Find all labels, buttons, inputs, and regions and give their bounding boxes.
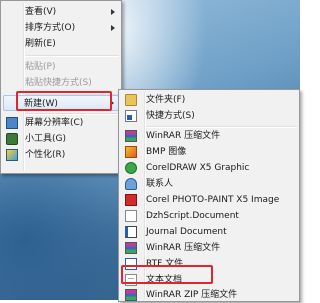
journal-icon <box>125 226 137 238</box>
bmp-image-icon <box>125 146 137 158</box>
submenu-item-label: BMP 图像 <box>146 147 187 157</box>
submenu-arrow-icon <box>111 9 115 15</box>
submenu-item-label: WinRAR ZIP 压缩文件 <box>146 290 238 300</box>
menu-item-view[interactable]: 查看(V) <box>3 4 119 20</box>
gadget-icon <box>6 133 18 145</box>
submenu-item-bmp[interactable]: BMP 图像 <box>121 144 297 160</box>
winrar-zip-icon <box>125 289 137 301</box>
submenu-item-dzhscript[interactable]: DzhScript.Document <box>121 208 297 224</box>
highlight-box-text-document <box>121 265 213 284</box>
submenu-arrow-icon <box>111 25 115 31</box>
submenu-item-label: DzhScript.Document <box>146 211 239 221</box>
submenu-item-journal[interactable]: Journal Document <box>121 224 297 240</box>
menu-item-personalize[interactable]: 个性化(R) <box>3 147 119 163</box>
folder-icon <box>125 94 137 106</box>
submenu-item-winrar-2[interactable]: WinRAR 压缩文件 <box>121 240 297 256</box>
photo-paint-icon <box>125 194 137 206</box>
desktop-context-menu: 查看(V) 排序方式(O) 刷新(E) 粘贴(P) 粘贴快捷方式(S) 新建(W… <box>0 0 122 174</box>
submenu-item-label: WinRAR 压缩文件 <box>146 243 221 253</box>
submenu-item-label: Journal Document <box>146 227 227 237</box>
submenu-item-label: 快捷方式(S) <box>146 111 195 121</box>
coreldraw-icon <box>125 162 137 174</box>
menu-separator <box>25 55 119 57</box>
submenu-item-label: 文件夹(F) <box>146 95 186 105</box>
menu-item-paste: 粘贴(P) <box>3 59 119 75</box>
menu-item-screen-resolution[interactable]: 屏幕分辨率(C) <box>3 115 119 131</box>
shortcut-icon <box>125 110 137 122</box>
submenu-item-label: CorelDRAW X5 Graphic <box>146 163 250 173</box>
submenu-item-coreldraw[interactable]: CorelDRAW X5 Graphic <box>121 160 297 176</box>
winrar-icon <box>125 242 137 254</box>
submenu-item-photo-paint[interactable]: Corel PHOTO-PAINT X5 Image <box>121 192 297 208</box>
menu-item-label: 粘贴快捷方式(S) <box>25 78 92 88</box>
submenu-item-shortcut[interactable]: 快捷方式(S) <box>121 108 297 124</box>
menu-item-label: 粘贴(P) <box>25 62 56 72</box>
highlight-box-new <box>16 91 112 111</box>
personalize-icon <box>6 149 18 161</box>
menu-item-refresh[interactable]: 刷新(E) <box>3 36 119 52</box>
menu-item-paste-shortcut: 粘贴快捷方式(S) <box>3 75 119 91</box>
menu-item-label: 小工具(G) <box>25 134 66 144</box>
submenu-item-label: 联系人 <box>146 179 174 189</box>
submenu-item-label: Corel PHOTO-PAINT X5 Image <box>146 195 280 205</box>
menu-item-sort-by[interactable]: 排序方式(O) <box>3 20 119 36</box>
menu-item-gadgets[interactable]: 小工具(G) <box>3 131 119 147</box>
submenu-item-label: WinRAR 压缩文件 <box>146 131 221 141</box>
submenu-item-winrar[interactable]: WinRAR 压缩文件 <box>121 128 297 144</box>
menu-item-label: 排序方式(O) <box>25 23 76 33</box>
submenu-item-winrar-zip[interactable]: WinRAR ZIP 压缩文件 <box>121 287 297 303</box>
document-icon <box>125 210 137 222</box>
display-icon <box>6 117 18 129</box>
submenu-item-folder[interactable]: 文件夹(F) <box>121 92 297 108</box>
contact-icon <box>125 178 137 190</box>
winrar-icon <box>125 130 137 142</box>
menu-item-label: 刷新(E) <box>25 39 56 49</box>
menu-item-label: 查看(V) <box>25 7 57 17</box>
menu-item-label: 个性化(R) <box>25 150 66 160</box>
menu-item-label: 屏幕分辨率(C) <box>25 118 84 128</box>
submenu-item-contact[interactable]: 联系人 <box>121 176 297 192</box>
